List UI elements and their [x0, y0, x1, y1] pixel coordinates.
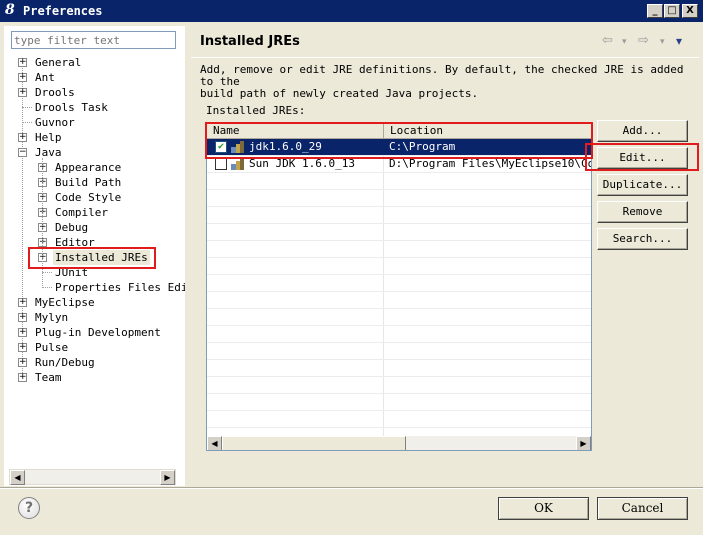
forward-menu-icon[interactable]: ▾: [660, 37, 665, 47]
scroll-right-icon[interactable]: ▶: [160, 470, 175, 485]
tree-item-label: Compiler: [55, 206, 108, 219]
tree-item-label: Appearance: [55, 161, 122, 174]
title-bar[interactable]: 8 Preferences _ □ X: [0, 0, 703, 22]
tree-connector: [22, 122, 32, 123]
tree-item-label: Ant: [35, 71, 55, 84]
minimize-button[interactable]: _: [647, 4, 663, 18]
tree-item-label: Build Path: [55, 176, 122, 189]
add-button[interactable]: Add...: [597, 120, 688, 142]
tree-item-label: Drools: [35, 86, 75, 99]
eclipse-icon: 8: [5, 2, 15, 18]
expand-icon[interactable]: +: [18, 58, 27, 67]
grid-line: [207, 427, 591, 428]
grid-line: [207, 410, 591, 411]
tree-item-label: Mylyn: [35, 311, 69, 324]
maximize-button[interactable]: □: [664, 4, 680, 18]
scroll-thumb[interactable]: [222, 436, 406, 450]
footer-separator: [0, 487, 703, 489]
checkbox[interactable]: [215, 158, 227, 170]
jre-list-label: Installed JREs:: [206, 104, 306, 117]
highlight-installed-jres: [28, 247, 156, 269]
cancel-button[interactable]: Cancel: [597, 497, 688, 520]
tree-item-label: MyEclipse: [35, 296, 95, 309]
filter-input[interactable]: [11, 31, 176, 49]
back-icon[interactable]: ⇦: [602, 33, 613, 48]
table-horizontal-scrollbar[interactable]: ◀ ▶: [207, 436, 591, 450]
expand-icon[interactable]: +: [18, 133, 27, 142]
description-line: build path of newly created Java project…: [200, 87, 479, 100]
tree-connector: [42, 287, 52, 288]
grid-line: [207, 308, 591, 309]
page-description: Add, remove or edit JRE definitions. By …: [200, 64, 690, 100]
tree-item-label: Run/Debug: [35, 356, 95, 369]
tree-item-label: Guvnor: [35, 116, 75, 129]
tree-connector: [42, 272, 52, 273]
highlight-jre-row: [205, 122, 593, 159]
search-button[interactable]: Search...: [597, 228, 688, 250]
grid-line: [207, 206, 591, 207]
tree-item-label: Team: [35, 371, 62, 384]
jre-table[interactable]: Name Location ✔ jdk1.6.0_29 C:\Program F…: [206, 122, 592, 451]
grid-line: [207, 240, 591, 241]
grid-line: [207, 291, 591, 292]
tree-horizontal-scrollbar[interactable]: ◀ ▶: [9, 469, 176, 485]
tree-item-label: Debug: [55, 221, 89, 234]
grid-line: [207, 376, 591, 377]
collapse-icon[interactable]: −: [18, 148, 27, 157]
page-title: Installed JREs: [200, 34, 300, 49]
expand-icon[interactable]: +: [18, 88, 27, 97]
tree-item-label: Help: [35, 131, 62, 144]
scroll-right-icon[interactable]: ▶: [576, 436, 591, 450]
jre-library-icon: [231, 158, 244, 170]
grid-line: [207, 274, 591, 275]
expand-icon[interactable]: +: [18, 328, 27, 337]
title-separator: [191, 57, 699, 58]
grid-line: [207, 257, 591, 258]
description-line: Add, remove or edit JRE definitions. By …: [200, 63, 684, 88]
scroll-left-icon[interactable]: ◀: [207, 436, 222, 450]
expand-icon[interactable]: +: [18, 358, 27, 367]
tree-item-label: General: [35, 56, 82, 69]
tree-item-label: Properties Files Edit: [55, 281, 195, 294]
tree-item-label: Drools Task: [35, 101, 108, 114]
grid-line: [207, 189, 591, 190]
back-menu-icon[interactable]: ▾: [622, 37, 627, 47]
tree-item-label: Pulse: [35, 341, 69, 354]
ok-button[interactable]: OK: [498, 497, 589, 520]
tree-item-label: Java: [35, 146, 62, 159]
grid-line: [207, 393, 591, 394]
duplicate-button[interactable]: Duplicate...: [597, 174, 688, 196]
remove-button[interactable]: Remove: [597, 201, 688, 223]
column-divider: [383, 139, 384, 436]
grid-line: [207, 359, 591, 360]
forward-icon[interactable]: ⇨: [638, 33, 649, 48]
grid-line: [207, 325, 591, 326]
tree-connector: [22, 107, 32, 108]
help-icon[interactable]: ?: [18, 497, 40, 519]
window-title: Preferences: [23, 4, 103, 18]
expand-icon[interactable]: +: [18, 343, 27, 352]
expand-icon[interactable]: +: [18, 298, 27, 307]
expand-icon[interactable]: +: [18, 373, 27, 382]
grid-line: [207, 223, 591, 224]
close-button[interactable]: X: [682, 4, 698, 18]
highlight-edit-button: [585, 143, 699, 171]
expand-icon[interactable]: +: [18, 313, 27, 322]
expand-icon[interactable]: +: [18, 73, 27, 82]
grid-line: [207, 172, 591, 173]
grid-line: [207, 342, 591, 343]
tree-item-label: Code Style: [55, 191, 122, 204]
scroll-left-icon[interactable]: ◀: [10, 470, 25, 485]
tree-item-label: Plug-in Development: [35, 326, 161, 339]
view-menu-icon[interactable]: ▾: [676, 34, 682, 48]
